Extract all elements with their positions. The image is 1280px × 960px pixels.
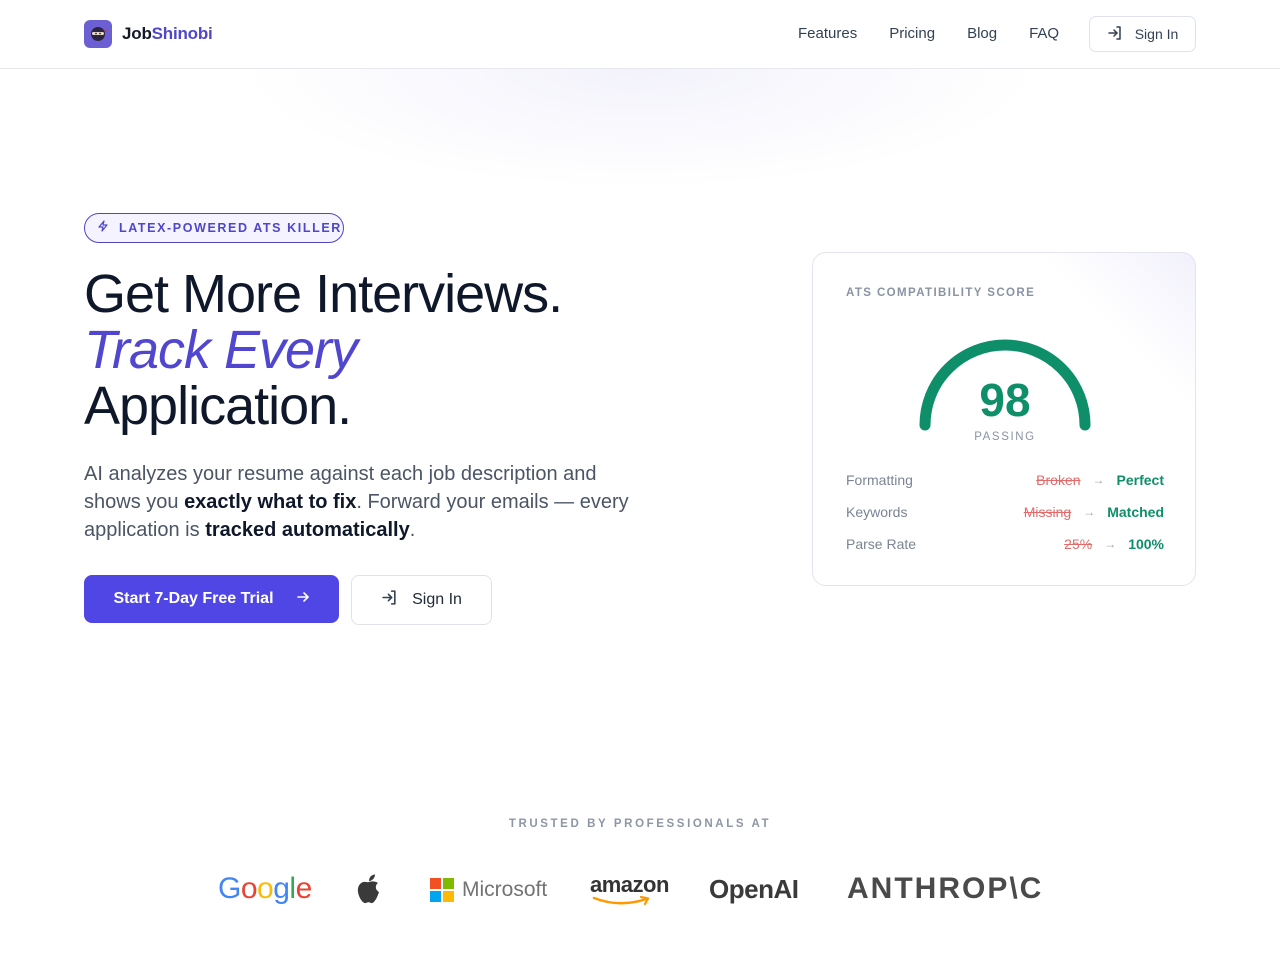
arrow-right-icon xyxy=(296,590,310,609)
hero-headline: Get More Interviews. Track Every Applica… xyxy=(84,266,724,434)
nav-link-faq[interactable]: FAQ xyxy=(1013,24,1075,44)
row-before: 25% xyxy=(1064,536,1093,552)
lede-bold1: exactly what to fix xyxy=(184,491,357,513)
brand-name: JobShinobi xyxy=(122,24,213,44)
lede-part3: . xyxy=(409,519,416,541)
headline-line3: Application. xyxy=(84,376,352,436)
score-value: 98 xyxy=(979,374,1031,426)
row-before: Broken xyxy=(1036,472,1081,488)
trusted-heading: TRUSTED BY PROFESSIONALS AT xyxy=(508,818,772,830)
arrow-right-icon: → xyxy=(1092,473,1105,487)
nav-links: Features Pricing Blog FAQ xyxy=(782,24,1075,44)
brand[interactable]: JobShinobi xyxy=(84,20,213,48)
row-label: Formatting xyxy=(846,472,913,488)
google-logo: Google xyxy=(218,872,312,905)
score-row-formatting: Formatting Broken → Perfect xyxy=(846,470,1164,490)
start-trial-button[interactable]: Start 7-Day Free Trial xyxy=(84,575,339,623)
lightning-icon xyxy=(97,219,109,237)
hero-badge-text: LATEX-POWERED ATS KILLER xyxy=(119,221,342,235)
score-row-parse-rate: Parse Rate 25% → 100% xyxy=(846,534,1164,554)
headline-line1: Get More Interviews. xyxy=(84,264,563,324)
openai-logo: OpenAI xyxy=(709,874,799,904)
amazon-logo: amazon xyxy=(590,874,669,906)
hero-lede: AI analyzes your resume against each job… xyxy=(84,460,644,544)
sign-in-icon xyxy=(381,589,398,611)
arrow-right-icon: → xyxy=(1104,537,1117,551)
card-title: ATS COMPATIBILITY SCORE xyxy=(846,287,1036,299)
brand-name-part1: Job xyxy=(122,24,152,43)
hero-signin-button[interactable]: Sign In xyxy=(351,575,492,625)
ninja-icon xyxy=(84,20,112,48)
microsoft-logo: Microsoft xyxy=(430,878,547,902)
row-before: Missing xyxy=(1023,504,1072,520)
row-after: Perfect xyxy=(1116,472,1164,488)
score-row-keywords: Keywords Missing → Matched xyxy=(846,502,1164,522)
headline-line2: Track Every xyxy=(84,320,358,380)
anthropic-logo: ANTHROP\C xyxy=(847,872,1044,905)
score-status: PASSING xyxy=(974,431,1036,443)
lede-bold2: tracked automatically xyxy=(205,519,410,541)
hero-signin-label: Sign In xyxy=(412,591,462,608)
top-nav: JobShinobi Features Pricing Blog FAQ Sig… xyxy=(0,0,1280,69)
brand-name-part2: Shinobi xyxy=(151,24,213,43)
nav-link-blog[interactable]: Blog xyxy=(951,24,1013,44)
sign-in-icon xyxy=(1107,25,1123,44)
ats-score-card: ATS COMPATIBILITY SCORE 98 PASSING Forma… xyxy=(812,252,1196,586)
row-label: Keywords xyxy=(846,504,908,520)
nav-link-features[interactable]: Features xyxy=(782,24,873,44)
nav-signin-button[interactable]: Sign In xyxy=(1089,16,1196,52)
row-after: Matched xyxy=(1107,504,1164,520)
row-after: 100% xyxy=(1128,536,1164,552)
hero-badge: LATEX-POWERED ATS KILLER xyxy=(84,213,344,243)
row-label: Parse Rate xyxy=(846,536,917,552)
arrow-right-icon: → xyxy=(1083,505,1096,519)
hero-glow xyxy=(240,69,1040,189)
start-trial-label: Start 7-Day Free Trial xyxy=(113,590,274,607)
apple-logo xyxy=(354,873,384,907)
nav-link-pricing[interactable]: Pricing xyxy=(873,24,951,44)
nav-signin-label: Sign In xyxy=(1134,26,1179,42)
